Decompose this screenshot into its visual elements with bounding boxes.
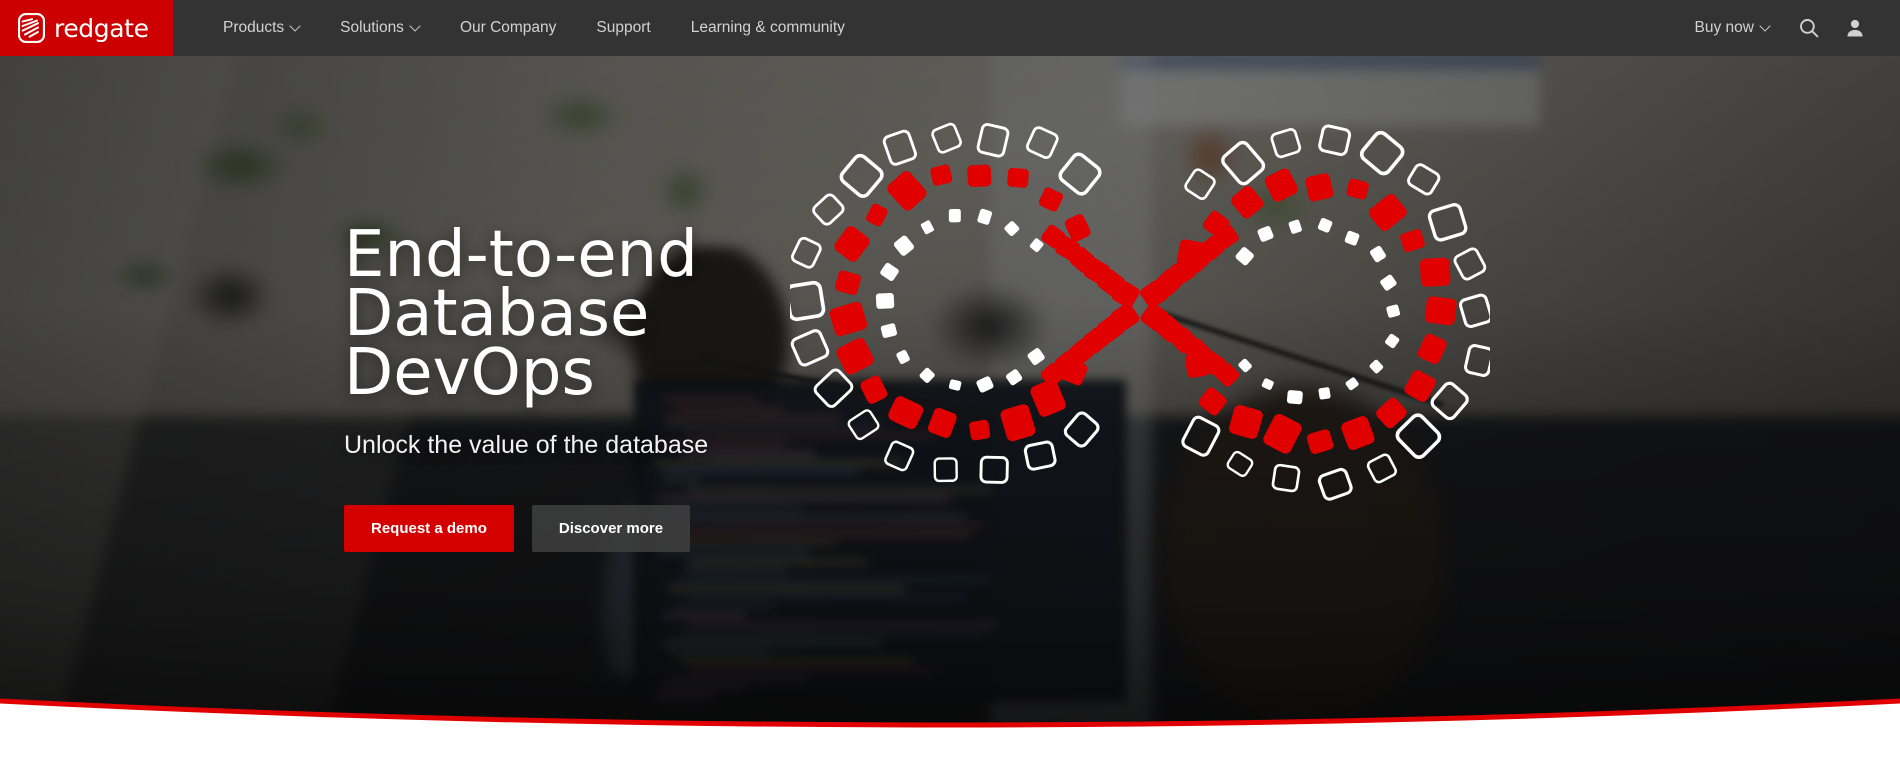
buy-now-label: Buy now [1694,19,1754,36]
database-cylinder-icon [17,12,46,44]
search-icon [1800,19,1819,38]
nav-item-label: Products [223,19,285,36]
nav-item-learning-community[interactable]: Learning & community [671,0,865,56]
nav-item-solutions[interactable]: Solutions [320,0,440,56]
hero-headline: End-to-end Database DevOps [344,223,708,410]
chevron-down-icon [1761,22,1770,31]
headline-line-3: DevOps [344,335,595,410]
navbar-right-actions: Buy now [1679,0,1900,56]
main-navbar: redgate Products Solutions Our Company S… [0,0,1900,56]
nav-item-label: Learning & community [690,19,845,36]
nav-item-our-company[interactable]: Our Company [440,0,576,56]
nav-item-label: Solutions [340,19,404,36]
hero-copy: End-to-end Database DevOps Unlock the va… [344,223,709,552]
discover-more-button[interactable]: Discover more [531,504,691,552]
nav-item-support[interactable]: Support [576,0,670,56]
redgate-wordmark: redgate [54,13,149,43]
request-demo-button[interactable]: Request a demo [344,504,514,552]
nav-item-products[interactable]: Products [203,0,320,56]
chevron-down-icon [291,22,300,31]
account-button[interactable] [1832,0,1878,56]
chevron-down-icon [411,22,420,31]
hero-cta-row: Request a demo Discover more [344,504,708,552]
hero-bottom-curve [0,645,1900,765]
user-account-icon [1847,19,1863,37]
hero-subheadline: Unlock the value of the database [344,430,709,459]
nav-item-label: Our Company [459,19,557,36]
search-button[interactable] [1786,0,1832,56]
redgate-logo[interactable]: redgate [0,0,173,56]
primary-nav: Products Solutions Our Company Support L… [173,0,865,56]
buy-now-menu[interactable]: Buy now [1679,0,1786,56]
nav-item-label: Support [596,19,651,36]
hero-section: End-to-end Database DevOps Unlock the va… [0,56,1900,765]
headline-line-2: Database [344,276,650,351]
